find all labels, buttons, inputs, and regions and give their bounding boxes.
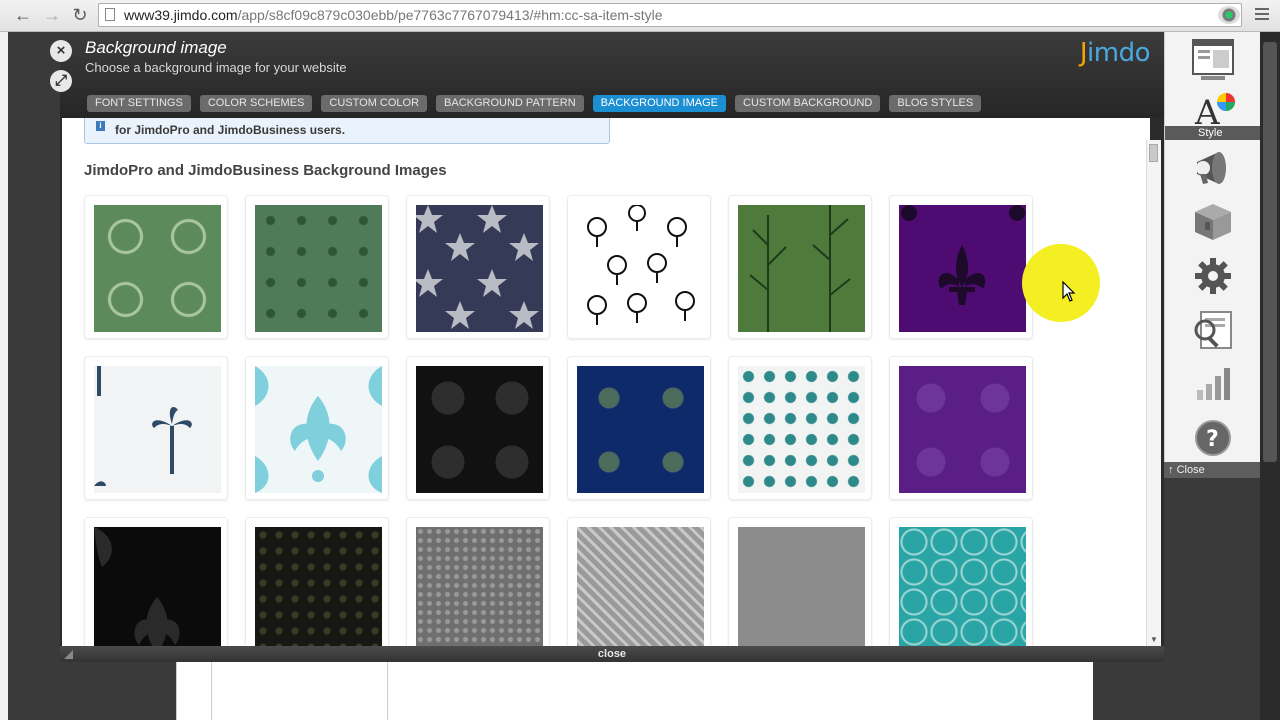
panel-header: × ⤢ Background image Choose a background…: [50, 32, 1164, 118]
url-text: www39.jimdo.com/app/s8cf09c879c030ebb/pe…: [124, 7, 663, 23]
style-label: Style: [1198, 127, 1223, 139]
svg-text:?: ?: [1206, 427, 1219, 452]
thumbnail-white-palm[interactable]: [84, 356, 228, 500]
website-content-area: [176, 662, 1093, 720]
forward-arrow-icon[interactable]: →: [41, 4, 63, 26]
layout-icon[interactable]: [1189, 36, 1237, 82]
statistics-icon[interactable]: [1189, 360, 1237, 406]
box-icon[interactable]: [1189, 198, 1237, 244]
close-circle-icon[interactable]: ×: [50, 40, 72, 62]
tab-background-image[interactable]: BACKGROUND IMAGE: [592, 95, 726, 112]
thumbnail-cyan-damask[interactable]: [245, 356, 389, 500]
thumbnail-green-medallion[interactable]: [84, 195, 228, 339]
extension-eye-icon[interactable]: [1218, 6, 1240, 24]
tab-custom-color[interactable]: CUSTOM COLOR: [321, 95, 428, 112]
sidebar-close-button[interactable]: ↑ Close: [1164, 462, 1260, 478]
footer-close-label: close: [597, 648, 627, 660]
page-icon: [105, 8, 115, 21]
back-arrow-icon[interactable]: ←: [12, 4, 34, 26]
resize-grip-icon[interactable]: [64, 650, 73, 659]
settings-gear-icon[interactable]: [1189, 252, 1237, 298]
info-notice: i for JimdoPro and JimdoBusiness users.: [84, 118, 610, 144]
info-icon: i: [96, 121, 105, 131]
mouse-cursor-icon: [1062, 281, 1076, 302]
help-icon[interactable]: ?: [1189, 414, 1237, 460]
tab-custom-background[interactable]: CUSTOM BACKGROUND: [735, 95, 881, 112]
tab-font-settings[interactable]: FONT SETTINGS: [87, 95, 191, 112]
panel-subtitle: Choose a background image for your websi…: [85, 60, 347, 75]
thumbnail-black-swirl[interactable]: [406, 356, 550, 500]
thumbnail-navy-stars[interactable]: [406, 195, 550, 339]
tab-color-schemes[interactable]: COLOR SCHEMES: [199, 95, 313, 112]
panel-title: Background image: [85, 38, 227, 57]
thumbnail-navy-ornament[interactable]: [567, 356, 711, 500]
thumbnail-teal-damask[interactable]: [728, 356, 872, 500]
thumbnail-teal-rings[interactable]: [889, 517, 1033, 646]
scroll-down-icon[interactable]: ▼: [1150, 635, 1158, 644]
arrow-up-icon: ↑: [1168, 464, 1174, 476]
address-bar[interactable]: www39.jimdo.com/app/s8cf09c879c030ebb/pe…: [98, 3, 1242, 27]
page-scrollbar[interactable]: [1260, 32, 1280, 720]
thumbnail-green-trees[interactable]: [728, 195, 872, 339]
browser-toolbar: ← → ↻ www39.jimdo.com/app/s8cf09c879c030…: [0, 0, 1280, 32]
thumbnail-gray-plain[interactable]: [728, 517, 872, 646]
scrollbar-thumb[interactable]: [1149, 144, 1158, 162]
tab-blog-styles[interactable]: BLOG STYLES: [889, 95, 982, 112]
jimdo-sidebar: A Style ?: [1164, 32, 1261, 478]
panel-scrollbar[interactable]: ▼: [1146, 140, 1161, 646]
thumbnail-black-damask[interactable]: [84, 517, 228, 646]
resize-circle-icon[interactable]: ⤢: [50, 70, 72, 92]
left-edge: [0, 32, 8, 720]
megaphone-icon[interactable]: [1189, 144, 1237, 190]
sidebar-close-label: Close: [1176, 464, 1205, 476]
style-tabs: FONT SETTINGS COLOR SCHEMES CUSTOM COLOR BA…: [87, 95, 990, 113]
menu-icon[interactable]: [1255, 8, 1269, 22]
section-title: JimdoPro and JimdoBusiness Background Im…: [84, 162, 447, 179]
thumbnail-gray-lace[interactable]: [406, 517, 550, 646]
jimdo-logo: Jimdo: [1079, 38, 1151, 68]
thumbnail-green-flower[interactable]: [245, 195, 389, 339]
cursor-highlight: [1022, 244, 1100, 322]
seo-search-icon[interactable]: [1189, 306, 1237, 352]
notice-text: for JimdoPro and JimdoBusiness users.: [115, 123, 346, 137]
reload-icon[interactable]: ↻: [69, 4, 91, 26]
thumbnail-gray-swirl[interactable]: [567, 517, 711, 646]
panel-footer-close[interactable]: close: [60, 646, 1164, 662]
tab-background-pattern[interactable]: BACKGROUND PATTERN: [436, 95, 584, 112]
background-image-panel: × ⤢ Background image Choose a background…: [50, 32, 1164, 662]
thumbnail-dark-olive[interactable]: [245, 517, 389, 646]
thumbnail-trees-outline[interactable]: [567, 195, 711, 339]
thumbnail-purple-fleur[interactable]: [889, 195, 1033, 339]
thumbnail-purple-flower[interactable]: [889, 356, 1033, 500]
panel-content: i for JimdoPro and JimdoBusiness users. …: [62, 118, 1150, 646]
